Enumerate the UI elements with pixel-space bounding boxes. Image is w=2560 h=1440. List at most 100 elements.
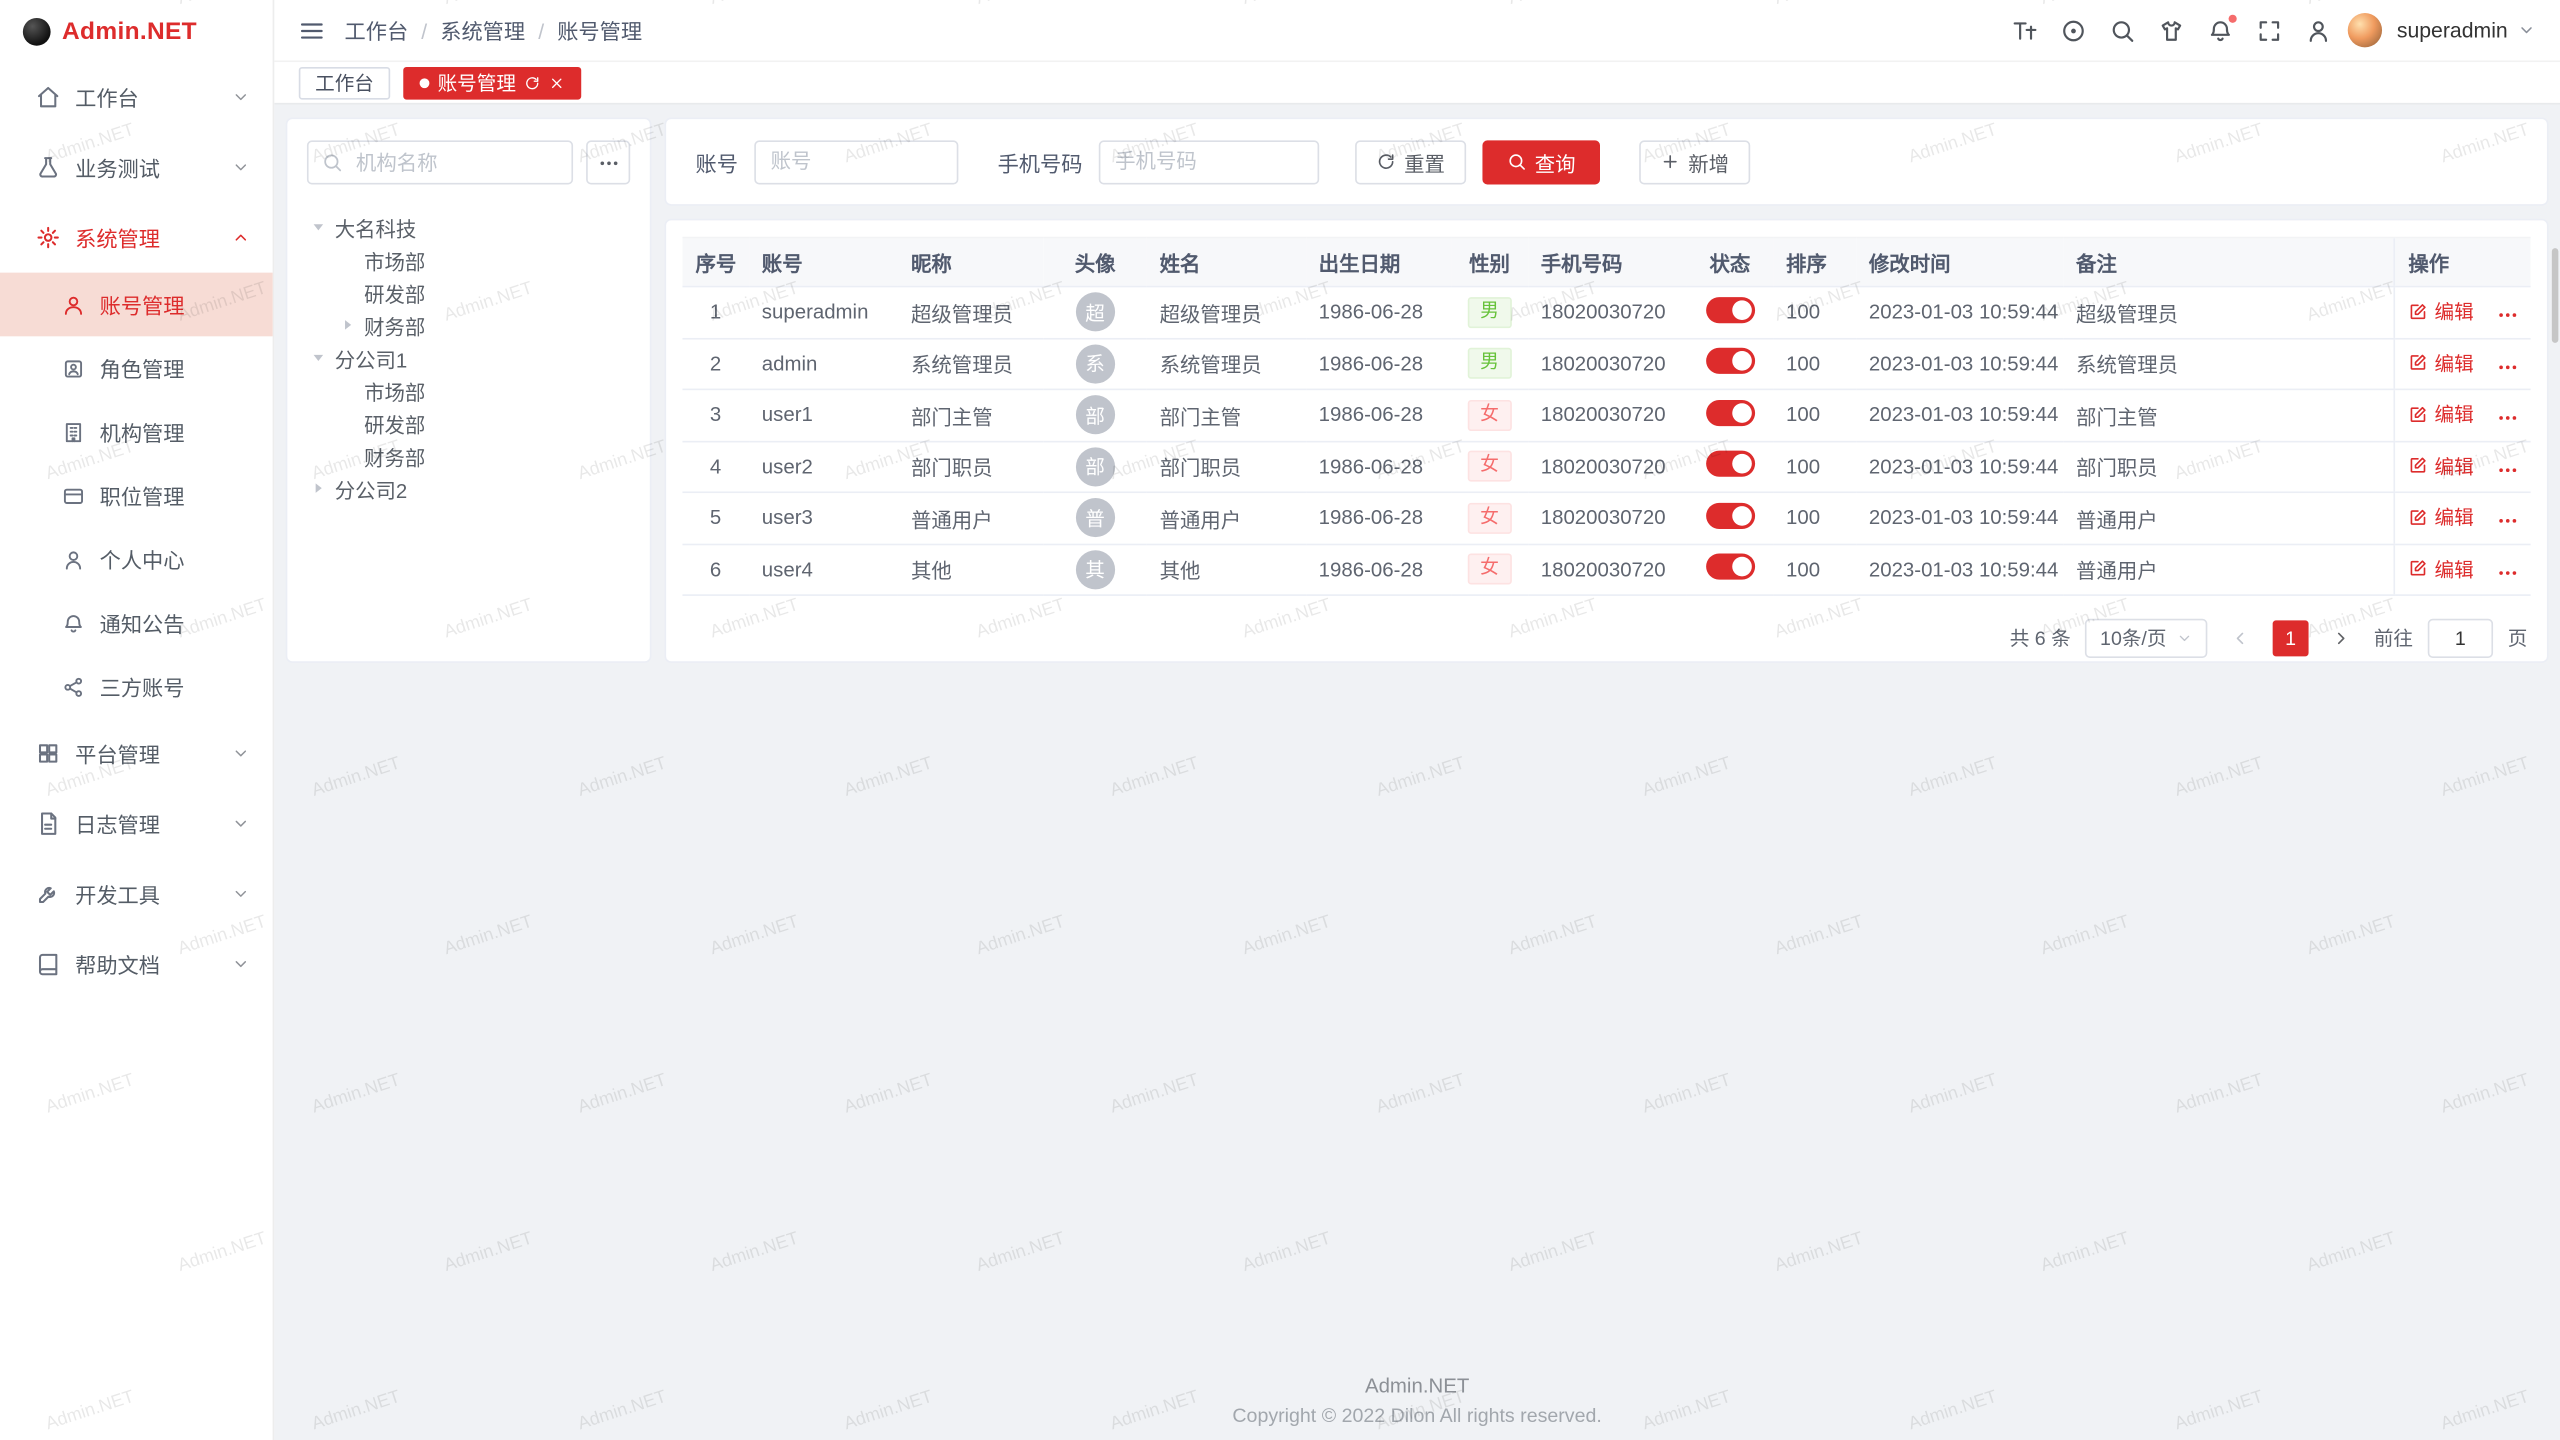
sidebar-item-role-management[interactable]: 角色管理: [0, 336, 273, 400]
cell-account: user4: [749, 544, 898, 595]
more-actions-button[interactable]: [2497, 507, 2520, 532]
sidebar-item-workbench[interactable]: 工作台: [0, 62, 273, 132]
sidebar-item-business-test[interactable]: 业务测试: [0, 132, 273, 202]
profile-icon[interactable]: [2299, 11, 2338, 50]
sidebar-item-third-party-account[interactable]: 三方账号: [0, 655, 273, 719]
gender-badge: 男: [1467, 348, 1512, 379]
row-avatar: 系: [1076, 344, 1115, 383]
language-icon[interactable]: [2054, 11, 2093, 50]
tab-workbench[interactable]: 工作台: [299, 66, 390, 99]
cell-phone: 18020030720: [1528, 544, 1687, 595]
sidebar-item-help-docs[interactable]: 帮助文档: [0, 929, 273, 999]
cell-phone: 18020030720: [1528, 338, 1687, 389]
sidebar-item-platform-management[interactable]: 平台管理: [0, 718, 273, 788]
sidebar-item-position-management[interactable]: 职位管理: [0, 464, 273, 528]
tree-node[interactable]: 财务部: [297, 439, 640, 472]
tree-node[interactable]: 大名科技: [297, 211, 640, 244]
user-avatar[interactable]: [2348, 13, 2382, 47]
ellipsis-icon: [597, 151, 620, 174]
tree-node[interactable]: 研发部: [297, 407, 640, 440]
sidebar-item-label: 通知公告: [100, 607, 185, 638]
cell-index: 3: [682, 389, 748, 440]
cell-account: admin: [749, 338, 898, 389]
more-actions-button[interactable]: [2497, 559, 2520, 584]
prev-page-button[interactable]: [2222, 620, 2258, 656]
fullscreen-icon[interactable]: [2250, 11, 2289, 50]
org-tree: 大名科技市场部研发部财务部分公司1市场部研发部财务部分公司2: [287, 184, 649, 514]
cell-sort: 100: [1773, 338, 1856, 389]
edit-label: 编辑: [2434, 298, 2473, 326]
sidebar-item-dev-tools[interactable]: 开发工具: [0, 859, 273, 929]
column-header-index: 序号: [682, 238, 748, 287]
goto-page-input[interactable]: [2428, 618, 2493, 657]
sidebar-item-label: 职位管理: [100, 480, 185, 511]
more-actions-button[interactable]: [2497, 404, 2520, 429]
sidebar-item-log-management[interactable]: 日志管理: [0, 789, 273, 859]
breadcrumb-item[interactable]: 工作台: [344, 15, 427, 46]
gear-icon: [36, 225, 60, 249]
app-logo-icon: [23, 17, 51, 45]
tree-node[interactable]: 分公司1: [297, 341, 640, 374]
status-toggle[interactable]: [1705, 502, 1754, 528]
collapse-menu-button[interactable]: [299, 17, 325, 43]
more-actions-button[interactable]: [2497, 353, 2520, 378]
sidebar-item-account-management[interactable]: 账号管理: [0, 273, 273, 337]
tab-account-management[interactable]: 账号管理: [403, 66, 581, 99]
breadcrumb-item[interactable]: 系统管理: [440, 15, 544, 46]
tree-node[interactable]: 分公司2: [297, 472, 640, 505]
edit-button[interactable]: 编辑: [2408, 298, 2473, 326]
tree-node[interactable]: 研发部: [297, 276, 640, 309]
sidebar-item-system-management[interactable]: 系统管理: [0, 202, 273, 272]
edit-button[interactable]: 编辑: [2408, 452, 2473, 480]
tree-node[interactable]: 财务部: [297, 309, 640, 342]
theme-icon[interactable]: [2152, 11, 2191, 50]
refresh-tab-icon[interactable]: [524, 74, 540, 90]
sidebar-item-notice-announcement[interactable]: 通知公告: [0, 591, 273, 655]
edit-button[interactable]: 编辑: [2408, 400, 2473, 428]
more-actions-button[interactable]: [2497, 456, 2520, 481]
reset-button[interactable]: 重置: [1355, 140, 1466, 184]
page-number-current[interactable]: 1: [2273, 620, 2309, 656]
edit-button[interactable]: 编辑: [2408, 503, 2473, 531]
breadcrumb: 工作台 系统管理 账号管理: [344, 15, 642, 46]
search-button[interactable]: 查询: [1483, 140, 1601, 184]
cell-gender: 男: [1451, 338, 1527, 389]
font-size-icon[interactable]: [2005, 11, 2044, 50]
cell-name: 其他: [1147, 544, 1306, 595]
status-toggle[interactable]: [1705, 400, 1754, 426]
sidebar-item-org-management[interactable]: 机构管理: [0, 400, 273, 464]
add-button[interactable]: 新增: [1639, 140, 1750, 184]
cell-remark: 系统管理员: [2063, 338, 2395, 389]
tabs-bar: 工作台账号管理: [274, 62, 2560, 104]
more-actions-button[interactable]: [2497, 302, 2520, 327]
notification-icon[interactable]: [2201, 11, 2240, 50]
next-page-button[interactable]: [2323, 620, 2359, 656]
close-tab-icon[interactable]: [549, 74, 565, 90]
scrollbar-thumb[interactable]: [2552, 248, 2559, 343]
status-toggle[interactable]: [1705, 451, 1754, 477]
username[interactable]: superadmin: [2397, 18, 2508, 42]
org-search-input[interactable]: [353, 149, 559, 175]
chevron-right-icon: [2331, 628, 2351, 648]
sidebar-item-personal-center[interactable]: 个人中心: [0, 527, 273, 591]
cell-remark: 普通用户: [2063, 544, 2395, 595]
search-icon[interactable]: [2103, 11, 2142, 50]
badge-icon: [62, 357, 85, 380]
person-icon: [62, 548, 85, 571]
status-toggle[interactable]: [1705, 297, 1754, 323]
cell-index: 5: [682, 492, 748, 543]
status-toggle[interactable]: [1705, 554, 1754, 580]
tree-node[interactable]: 市场部: [297, 243, 640, 276]
sidebar: Admin.NET 工作台业务测试系统管理账号管理角色管理机构管理职位管理个人中…: [0, 0, 274, 1440]
account-input[interactable]: [754, 140, 958, 184]
phone-input[interactable]: [1099, 140, 1319, 184]
page-size-select[interactable]: 10条/页: [2085, 618, 2207, 657]
tree-node[interactable]: 市场部: [297, 374, 640, 407]
app-logo[interactable]: Admin.NET: [0, 0, 273, 62]
edit-button[interactable]: 编辑: [2408, 555, 2473, 583]
refresh-icon: [1376, 152, 1396, 172]
status-toggle[interactable]: [1705, 348, 1754, 374]
tree-more-button[interactable]: [586, 140, 630, 184]
edit-button[interactable]: 编辑: [2408, 349, 2473, 377]
chevron-down-icon[interactable]: [2518, 21, 2536, 39]
